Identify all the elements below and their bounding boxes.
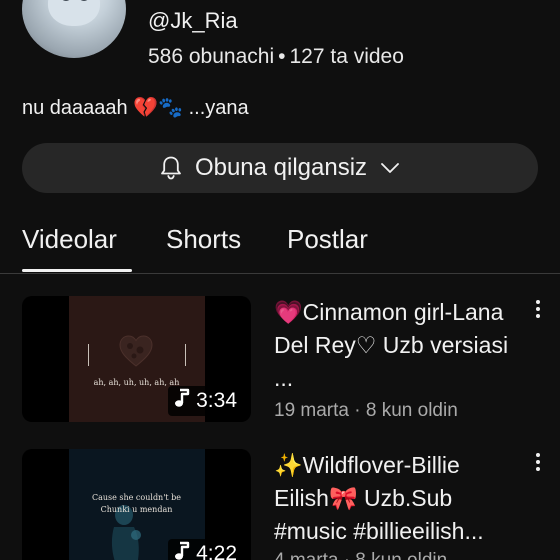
video-meta: 19 marta · 8 kun oldin bbox=[274, 400, 458, 421]
tab-videolar[interactable]: Videolar bbox=[22, 224, 117, 269]
music-note-icon bbox=[174, 541, 190, 560]
selected-tab-indicator bbox=[22, 269, 132, 272]
stats-separator: • bbox=[278, 45, 286, 68]
bell-icon bbox=[159, 155, 183, 181]
duration-text: 4:22 bbox=[196, 542, 237, 560]
channel-stats: 586 obunachi • 127 ta video bbox=[148, 45, 404, 69]
subscriber-count: 586 obunachi bbox=[148, 45, 275, 68]
video-item[interactable]: ah, ah, uh, uh, ah, ah 3:34 💗Cinnamon gi… bbox=[22, 296, 540, 424]
duration-badge: 3:34 bbox=[168, 386, 243, 416]
subscribed-button[interactable]: Obuna qilgansiz bbox=[22, 143, 538, 193]
right-marker bbox=[185, 344, 186, 366]
tab-shorts[interactable]: Shorts bbox=[166, 224, 241, 269]
more-options-icon[interactable] bbox=[532, 298, 544, 322]
channel-bio[interactable]: nu daaaaah 💔🐾 ...yana bbox=[22, 95, 249, 120]
subscribed-label: Obuna qilgansiz bbox=[194, 154, 368, 181]
avatar-face bbox=[48, 0, 100, 26]
thumbnail-caption: Cause she couldn't be bbox=[91, 493, 182, 502]
chevron-down-icon bbox=[379, 161, 401, 175]
channel-avatar[interactable] bbox=[22, 0, 126, 58]
video-thumbnail[interactable]: ah, ah, uh, uh, ah, ah 3:34 bbox=[22, 296, 251, 422]
duration-badge: 4:22 bbox=[168, 539, 243, 560]
video-title[interactable]: ✨Wildflover-Billie Eilish🎀 Uzb.Sub #musi… bbox=[274, 449, 520, 548]
channel-handle: @Jk_Ria bbox=[148, 8, 238, 33]
video-item[interactable]: Cause she couldn't be Chunki u mendan 4:… bbox=[22, 449, 540, 560]
video-thumbnail[interactable]: Cause she couldn't be Chunki u mendan 4:… bbox=[22, 449, 251, 560]
video-title[interactable]: 💗Cinnamon girl-Lana Del Rey♡ Uzb versias… bbox=[274, 296, 520, 395]
tab-postlar[interactable]: Postlar bbox=[287, 224, 368, 269]
thumbnail-subcaption: Chunki u mendan bbox=[100, 505, 173, 514]
more-options-icon[interactable] bbox=[532, 451, 544, 475]
channel-tabs: Videolar Shorts Postlar bbox=[0, 218, 560, 274]
music-note-icon bbox=[174, 388, 190, 414]
duration-text: 3:34 bbox=[196, 389, 237, 412]
left-marker bbox=[88, 344, 89, 366]
video-meta: 4 marta · 8 kun oldin bbox=[274, 550, 447, 560]
video-count: 127 ta video bbox=[289, 45, 404, 68]
heart-image-icon bbox=[119, 335, 153, 367]
bio-text: nu daaaaah 💔🐾 ...yana bbox=[22, 97, 249, 119]
